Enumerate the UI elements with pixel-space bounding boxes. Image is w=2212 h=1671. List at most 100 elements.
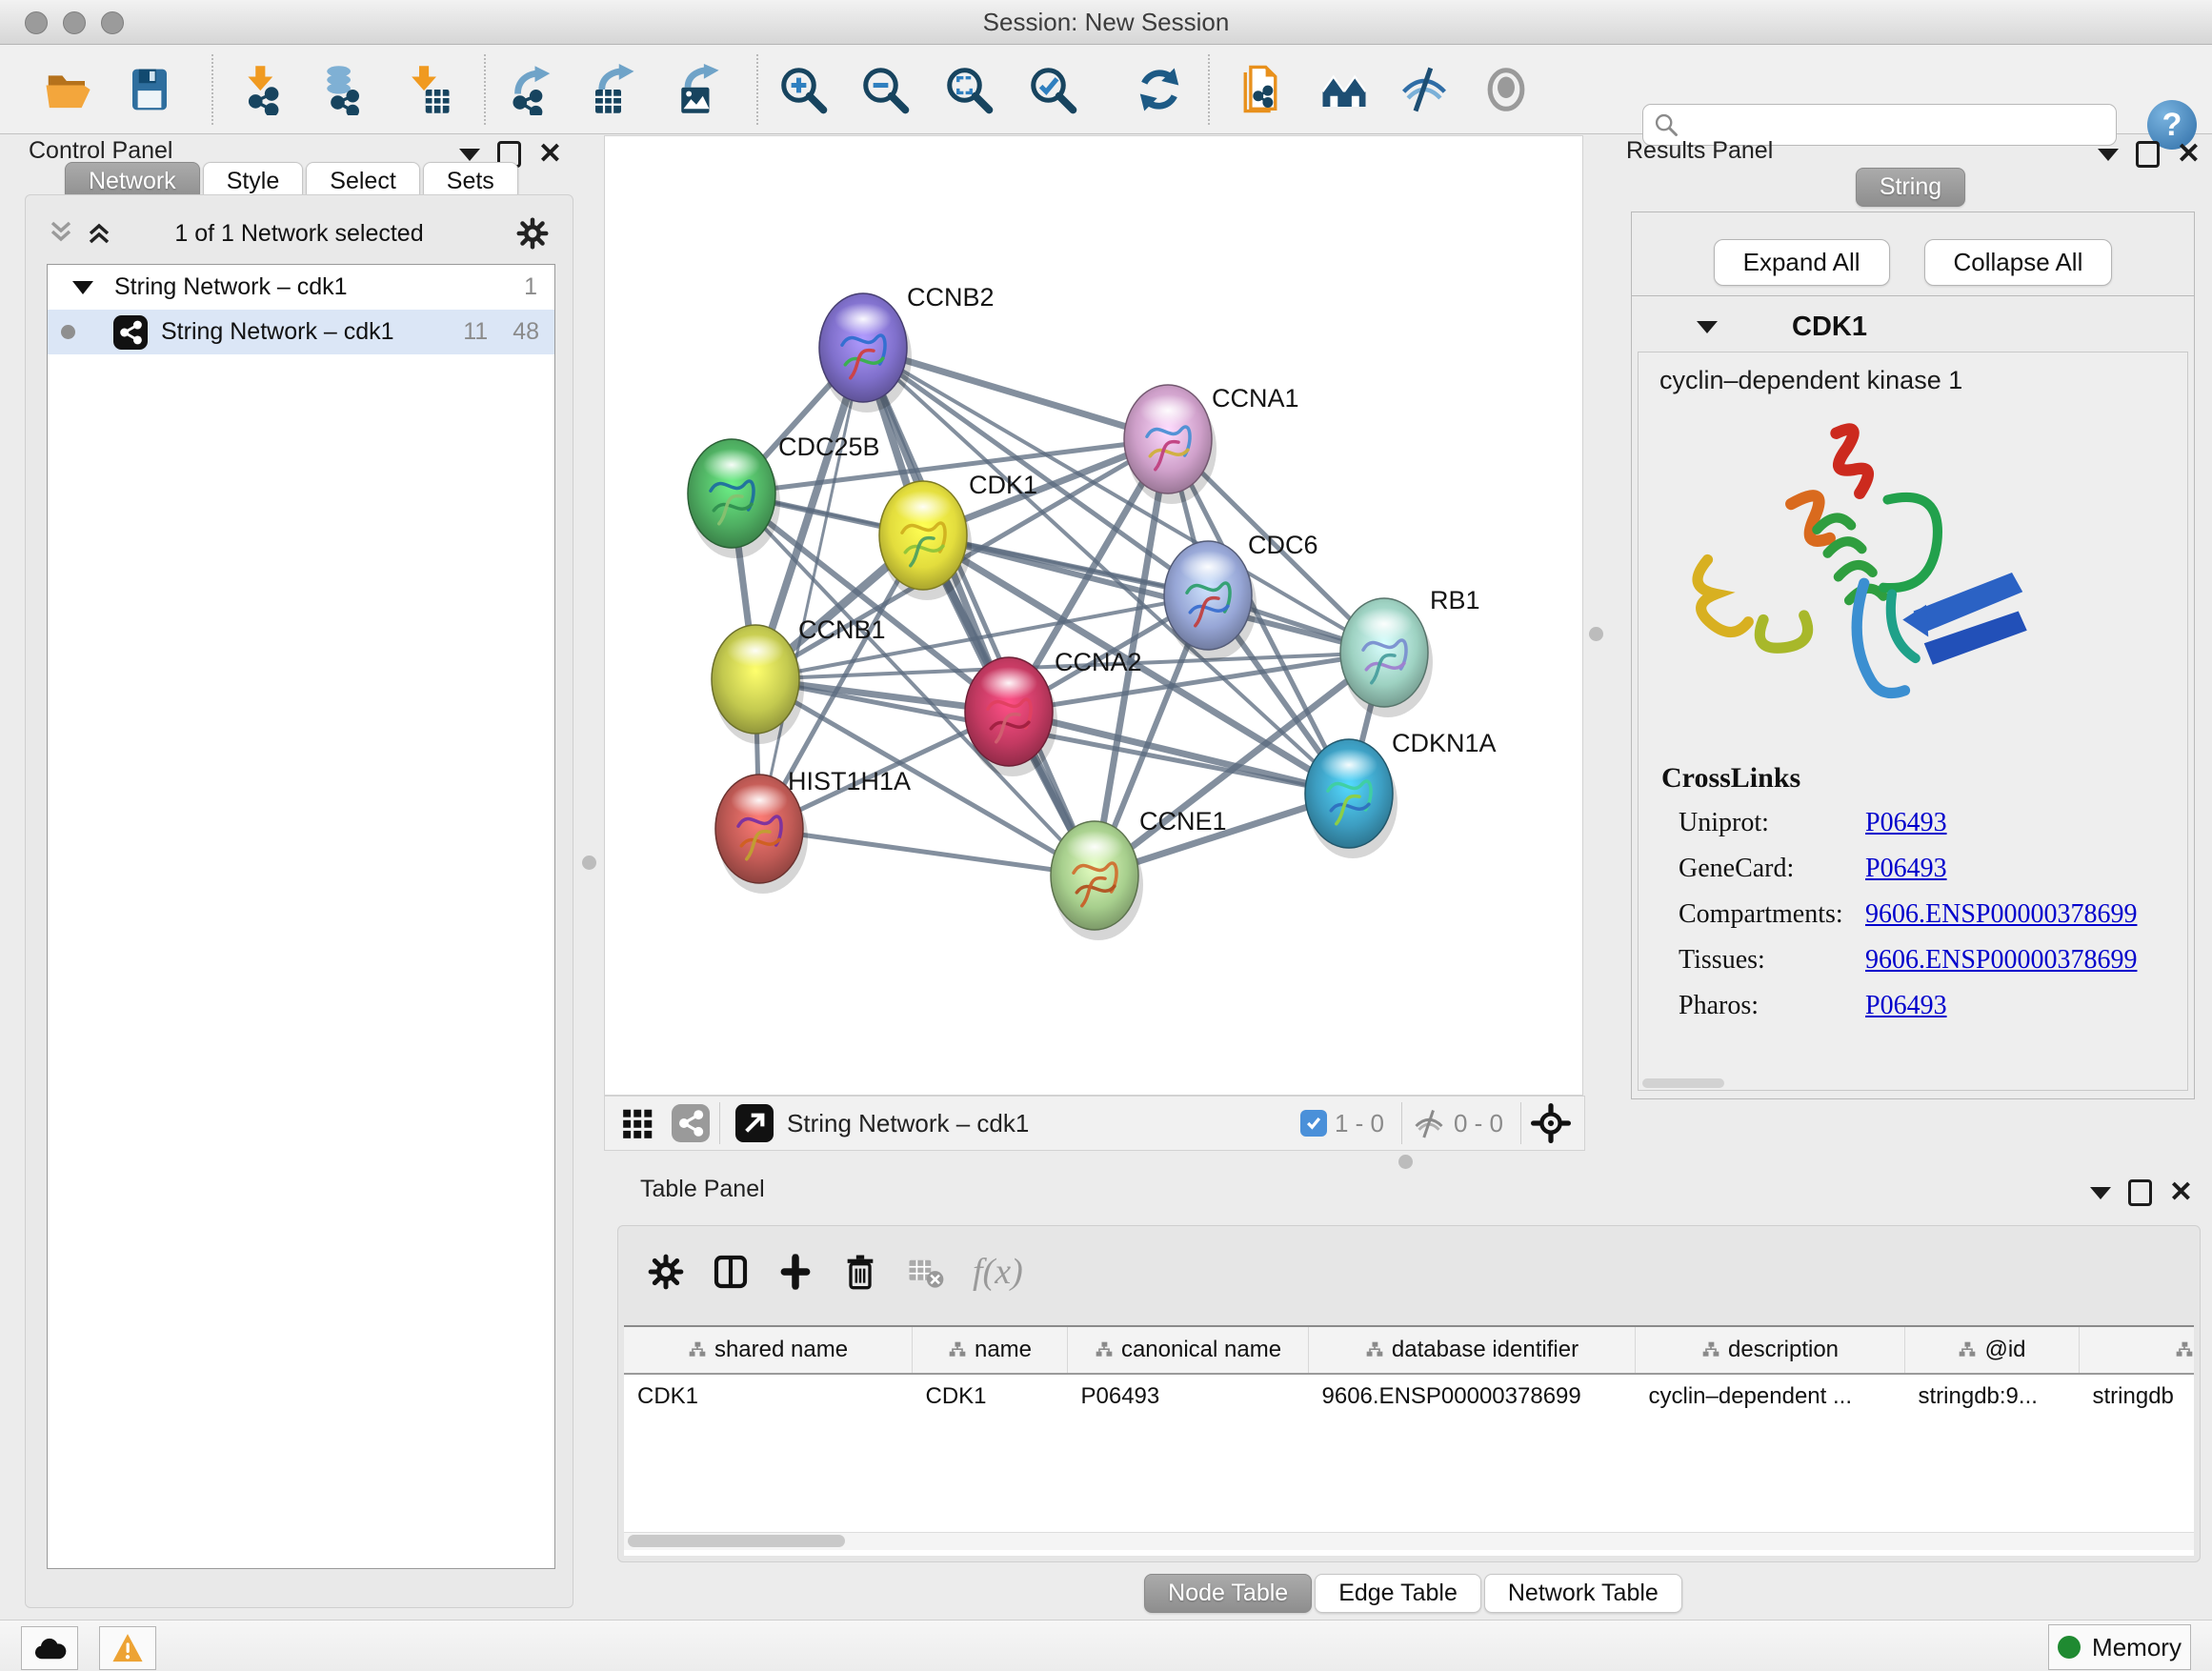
network-node-label-CCNE1: CCNE1 <box>1139 807 1227 836</box>
export-network-button[interactable] <box>503 60 558 119</box>
crosslink-link-4[interactable]: P06493 <box>1865 991 1947 1021</box>
entry-expander-icon[interactable] <box>1697 321 1718 333</box>
panel-close-icon[interactable]: ✕ <box>2177 144 2201 165</box>
apply-layout-button[interactable] <box>1132 60 1187 119</box>
birdseye-grid-icon[interactable] <box>620 1105 656 1141</box>
open-session-button[interactable] <box>40 60 95 119</box>
column-header-description[interactable]: description <box>1636 1327 1905 1374</box>
eye-icon <box>1480 64 1532 115</box>
open-folder-icon <box>42 64 93 115</box>
network-node-label-CDC6: CDC6 <box>1248 531 1318 559</box>
crosshair-icon[interactable] <box>1531 1103 1571 1143</box>
column-header-name[interactable]: name <box>913 1327 1068 1374</box>
table-cell[interactable]: CDK1 <box>624 1374 913 1419</box>
table-cell[interactable]: stringdb <box>2080 1374 2195 1419</box>
status-bar: Memory <box>0 1620 2212 1671</box>
panel-float-icon[interactable] <box>2136 141 2160 168</box>
collapse-all-button[interactable]: Collapse All <box>1924 239 2113 286</box>
zoom-out-button[interactable] <box>857 60 913 119</box>
share-view-icon[interactable] <box>672 1104 710 1142</box>
create-column-icon[interactable] <box>776 1253 814 1291</box>
panel-menu-icon[interactable] <box>459 149 480 161</box>
panel-menu-icon[interactable] <box>2098 149 2119 161</box>
table-cell[interactable]: stringdb:9... <box>1905 1374 2080 1419</box>
column-header-namespace[interactable]: namespace <box>2080 1327 2195 1374</box>
delete-column-icon[interactable] <box>841 1253 879 1291</box>
crosslink-link-1[interactable]: P06493 <box>1865 854 1947 884</box>
string-home-button[interactable] <box>1317 60 1372 119</box>
eye-slash-icon <box>1398 64 1450 115</box>
zoom-selected-icon <box>1027 64 1078 115</box>
network-node-CDKN1A[interactable] <box>1305 739 1398 858</box>
save-session-button[interactable] <box>122 60 177 119</box>
zoom-fit-button[interactable] <box>941 60 996 119</box>
column-header-@id[interactable]: @id <box>1905 1327 2080 1374</box>
tab-string[interactable]: String <box>1856 168 1965 207</box>
expand-all-button[interactable]: Expand All <box>1714 239 1890 286</box>
table-row[interactable]: CDK1CDK1P064939606.ENSP00000378699cyclin… <box>624 1374 2194 1419</box>
export-image-button[interactable] <box>669 60 724 119</box>
export-table-button[interactable] <box>585 60 640 119</box>
network-node-CDK1[interactable] <box>879 481 972 600</box>
network-node-CDC6[interactable] <box>1164 541 1257 660</box>
network-node-CCNE1[interactable] <box>1051 821 1143 940</box>
column-header-database-identifier[interactable]: database identifier <box>1309 1327 1636 1374</box>
crosslink-link-3[interactable]: 9606.ENSP00000378699 <box>1865 945 2137 976</box>
show-all-button[interactable] <box>1478 60 1534 119</box>
network-row[interactable]: String Network – cdk1 11 48 <box>48 310 554 354</box>
entry-body: cyclin–dependent kinase 1 <box>1638 352 2188 1091</box>
crosslink-link-0[interactable]: P06493 <box>1865 808 1947 838</box>
hide-selected-button[interactable] <box>1397 60 1452 119</box>
bottom-splitter-handle[interactable] <box>1398 1155 1413 1169</box>
show-columns-icon[interactable] <box>712 1253 750 1291</box>
table-cell[interactable]: 9606.ENSP00000378699 <box>1309 1374 1636 1419</box>
table-options-gear-icon[interactable] <box>647 1253 685 1291</box>
crosslink-row: Uniprot:P06493 <box>1661 808 2137 838</box>
table-cell[interactable]: cyclin–dependent ... <box>1636 1374 1905 1419</box>
import-network-database-button[interactable] <box>314 60 370 119</box>
network-node-CCNB2[interactable] <box>819 293 912 413</box>
network-node-label-RB1: RB1 <box>1430 586 1480 614</box>
network-node-CCNB1[interactable] <box>712 625 804 744</box>
crosslink-link-2[interactable]: 9606.ENSP00000378699 <box>1865 899 2137 930</box>
panel-close-icon[interactable]: ✕ <box>538 144 562 165</box>
network-from-document-button[interactable] <box>1233 60 1288 119</box>
column-header-canonical-name[interactable]: canonical name <box>1068 1327 1309 1374</box>
zoom-selected-button[interactable] <box>1025 60 1080 119</box>
cloud-status-button[interactable] <box>21 1626 78 1670</box>
network-collection-row[interactable]: String Network – cdk1 1 <box>48 265 554 310</box>
panel-float-icon[interactable] <box>2128 1179 2152 1206</box>
selected-checkbox[interactable] <box>1300 1110 1327 1137</box>
table-horizontal-scrollbar[interactable] <box>624 1532 2194 1550</box>
refresh-icon <box>1134 64 1185 115</box>
table-cell[interactable]: CDK1 <box>913 1374 1068 1419</box>
entry-horizontal-scrollbar[interactable] <box>1642 1078 1724 1088</box>
entry-header[interactable]: CDK1 <box>1638 302 2188 352</box>
network-node-CCNA2[interactable] <box>965 657 1057 776</box>
network-node-label-CCNA1: CCNA1 <box>1212 384 1299 413</box>
column-header-shared-name[interactable]: shared name <box>624 1327 913 1374</box>
panel-menu-icon[interactable] <box>2090 1187 2111 1199</box>
zoom-in-button[interactable] <box>775 60 831 119</box>
right-splitter-handle[interactable] <box>1589 627 1603 641</box>
crosslinks-section: CrossLinks Uniprot:P06493GeneCard:P06493… <box>1661 762 2137 1037</box>
collection-expander-icon[interactable] <box>72 281 93 294</box>
warnings-button[interactable] <box>99 1626 156 1670</box>
network-edge-HIST1H1A-CCNE1[interactable] <box>759 829 1095 876</box>
memory-button[interactable]: Memory <box>2048 1624 2191 1670</box>
table-panel-title: Table Panel <box>640 1176 765 1203</box>
network-canvas[interactable]: CCNB2CCNA1CDC25BCDK1CDC6RB1CCNB1CCNA2CDK… <box>604 135 1583 1096</box>
tab-network-table[interactable]: Network Table <box>1484 1574 1682 1613</box>
network-edge-CCNB2-CCNE1[interactable] <box>863 348 1095 876</box>
network-options-gear-icon[interactable] <box>515 216 550 251</box>
network-node-RB1[interactable] <box>1340 598 1433 717</box>
tab-edge-table[interactable]: Edge Table <box>1315 1574 1481 1613</box>
import-table-file-button[interactable] <box>400 60 455 119</box>
crosslink-label: Uniprot: <box>1661 808 1865 838</box>
tab-node-table[interactable]: Node Table <box>1144 1574 1312 1613</box>
panel-close-icon[interactable]: ✕ <box>2169 1182 2193 1203</box>
import-network-file-button[interactable] <box>234 60 290 119</box>
open-in-window-icon[interactable] <box>735 1104 774 1142</box>
table-cell[interactable]: P06493 <box>1068 1374 1309 1419</box>
left-splitter-handle[interactable] <box>582 856 596 870</box>
